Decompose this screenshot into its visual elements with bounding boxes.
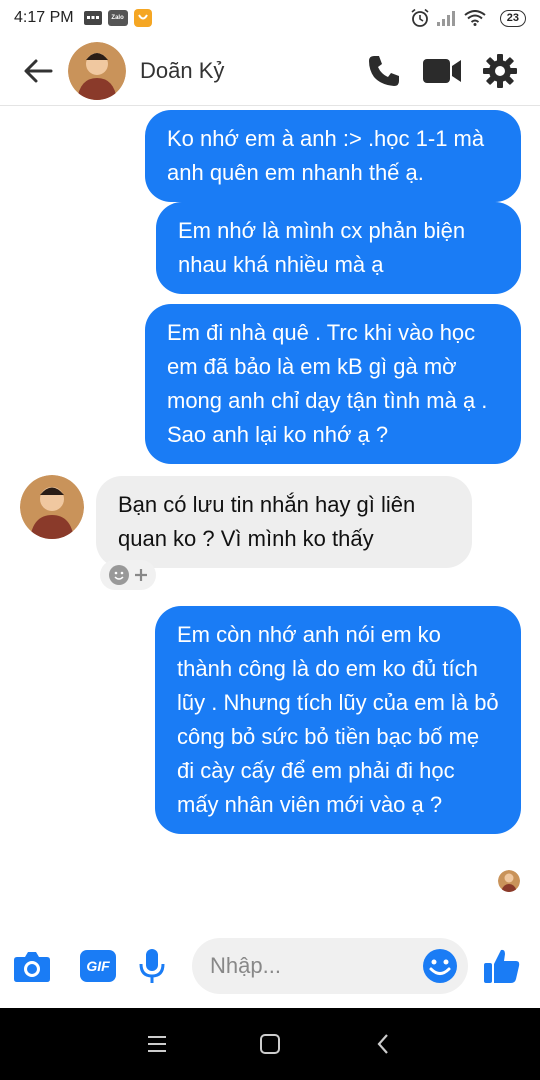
- emoji-button[interactable]: [420, 946, 460, 986]
- phone-icon: [369, 55, 399, 86]
- smiley-icon: [423, 949, 457, 983]
- header-actions: [346, 51, 520, 91]
- message-bubble-outgoing[interactable]: Em còn nhớ anh nói em ko thành công là d…: [155, 606, 521, 834]
- message-input[interactable]: [210, 953, 410, 979]
- recent-apps-button[interactable]: [137, 1024, 177, 1064]
- gif-label: GIF: [86, 958, 110, 974]
- sender-avatar[interactable]: [20, 475, 84, 539]
- home-square-icon: [259, 1034, 280, 1054]
- status-bar: 4:17 PM Zalo 23: [0, 0, 540, 36]
- alarm-icon: [410, 8, 430, 28]
- call-button[interactable]: [364, 51, 404, 91]
- status-time: 4:17 PM: [14, 9, 74, 26]
- camera-button[interactable]: [12, 946, 52, 986]
- camera-icon: [14, 952, 50, 982]
- contact-avatar[interactable]: [68, 41, 126, 100]
- signal-icon: [436, 10, 458, 26]
- gear-icon: [483, 53, 517, 88]
- app-notification-icon: [133, 9, 152, 27]
- battery-indicator: 23: [499, 9, 526, 27]
- like-button[interactable]: [482, 946, 522, 986]
- system-back-button[interactable]: [363, 1024, 403, 1064]
- chevron-left-icon: [377, 1034, 389, 1054]
- contact-name[interactable]: Doãn Kỷ: [140, 58, 224, 84]
- message-input-wrap: [192, 938, 468, 994]
- microphone-icon: [139, 949, 165, 983]
- back-arrow-icon: [24, 59, 53, 82]
- video-camera-icon: [423, 58, 461, 83]
- message-bubble-outgoing[interactable]: Em nhớ là mình cx phản biện nhau khá nhi…: [156, 202, 521, 294]
- zalo-notification-icon: Zalo: [107, 10, 128, 26]
- conversation-header: Doãn Kỷ: [0, 36, 540, 106]
- wifi-icon: [464, 10, 486, 26]
- zalo-label: Zalo: [111, 15, 124, 21]
- message-bubble-incoming[interactable]: Bạn có lưu tin nhắn hay gì liên quan ko …: [96, 476, 472, 568]
- home-button[interactable]: [250, 1024, 290, 1064]
- gif-icon: GIF: [80, 950, 116, 982]
- settings-button[interactable]: [480, 51, 520, 91]
- back-button[interactable]: [20, 53, 56, 89]
- message-bubble-outgoing[interactable]: Em đi nhà quê . Trc khi vào học em đã bả…: [145, 304, 521, 464]
- video-call-button[interactable]: [422, 51, 462, 91]
- thumbs-up-icon: [484, 949, 520, 983]
- add-reaction-button[interactable]: [100, 560, 156, 590]
- status-right: 23: [410, 8, 526, 28]
- seen-indicator-avatar: [498, 870, 520, 892]
- smiley-reaction-icon: [109, 565, 129, 585]
- voice-button[interactable]: [132, 946, 172, 986]
- menu-lines-icon: [147, 1036, 166, 1052]
- plus-icon: [135, 569, 147, 581]
- gif-button[interactable]: GIF: [78, 946, 118, 986]
- chat-notification-icon: [83, 11, 102, 25]
- system-navigation-bar: [0, 1008, 540, 1080]
- message-bubble-outgoing[interactable]: Ko nhớ em à anh :> .học 1-1 mà anh quên …: [145, 110, 521, 202]
- message-composer: GIF: [0, 930, 540, 1005]
